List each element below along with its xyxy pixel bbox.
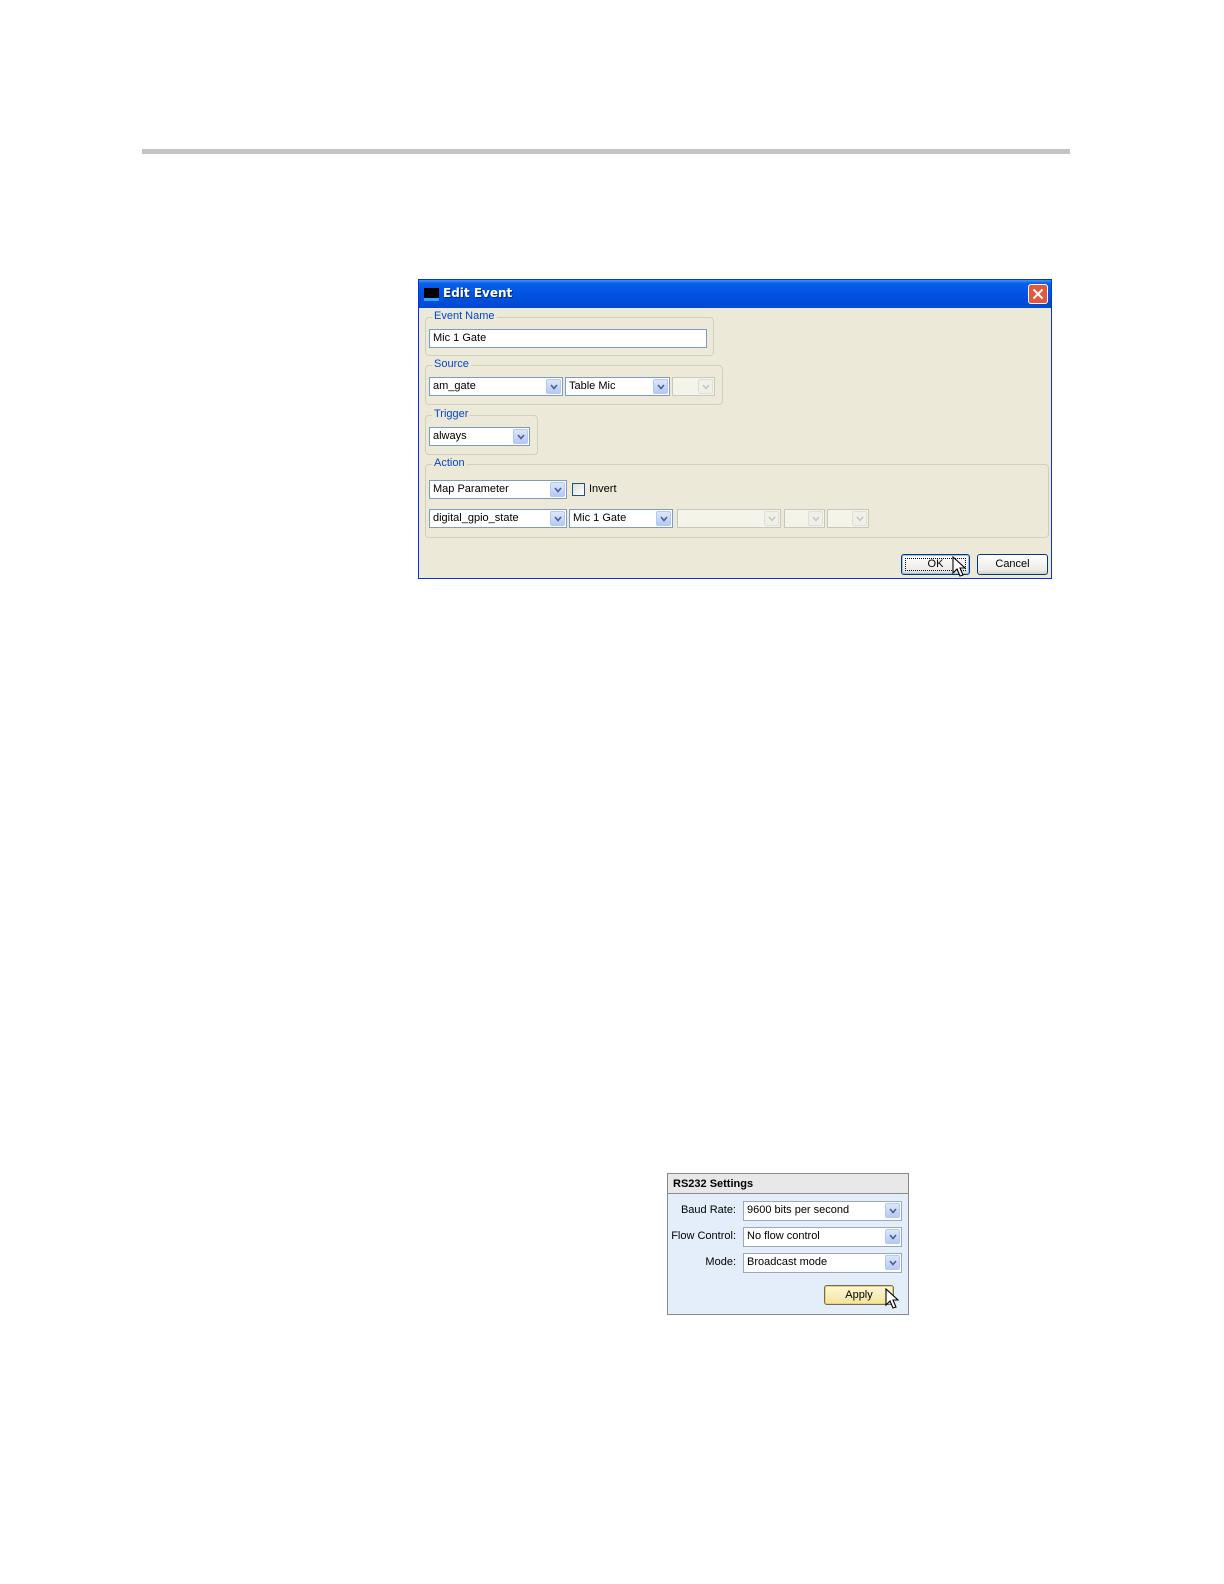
source-block-dropdown-button[interactable] xyxy=(546,379,561,394)
trigger-legend: Trigger xyxy=(432,408,471,420)
trigger-group: Trigger always xyxy=(425,408,538,455)
close-icon xyxy=(1032,288,1044,300)
trigger-value: always xyxy=(433,430,467,442)
chevron-down-icon xyxy=(657,384,665,390)
mouse-pointer-icon xyxy=(952,556,966,577)
close-button[interactable] xyxy=(1028,284,1048,304)
source-block-select[interactable]: am_gate xyxy=(429,377,563,396)
chevron-down-icon xyxy=(889,1234,897,1240)
action-type-select[interactable]: Map Parameter xyxy=(429,480,567,499)
cancel-button[interactable]: Cancel xyxy=(977,554,1048,575)
event-name-group: Event Name Mic 1 Gate xyxy=(425,310,714,356)
action-extra-dropdown-1 xyxy=(764,511,779,526)
action-extra-dropdown-3 xyxy=(852,511,867,526)
chevron-down-icon xyxy=(554,516,562,522)
flow-control-value: No flow control xyxy=(747,1230,820,1242)
mode-dropdown-button[interactable] xyxy=(885,1255,900,1270)
chevron-down-icon xyxy=(856,516,864,522)
rs232-panel-title: RS232 Settings xyxy=(668,1174,908,1194)
baud-rate-label: Baud Rate: xyxy=(680,1204,736,1216)
rs232-settings-panel: RS232 Settings Baud Rate: 9600 bits per … xyxy=(667,1173,909,1315)
action-type-dropdown-button[interactable] xyxy=(550,482,565,497)
action-target-value: Mic 1 Gate xyxy=(573,512,627,524)
source-channel-value: Table Mic xyxy=(569,380,616,392)
action-parameter-select[interactable]: digital_gpio_state xyxy=(429,509,567,528)
mode-value: Broadcast mode xyxy=(747,1256,828,1268)
chevron-down-icon xyxy=(550,384,558,390)
source-legend: Source xyxy=(432,358,471,370)
mode-select[interactable]: Broadcast mode xyxy=(743,1253,902,1273)
chevron-down-icon xyxy=(660,516,668,522)
mouse-pointer-icon xyxy=(885,1288,899,1309)
invert-label: Invert xyxy=(589,483,617,495)
chevron-down-icon xyxy=(812,516,820,522)
flow-control-label: Flow Control: xyxy=(671,1230,736,1242)
source-extra-dropdown-button xyxy=(698,379,713,394)
chevron-down-icon xyxy=(554,487,562,493)
action-parameter-dropdown-button[interactable] xyxy=(550,511,565,526)
ok-button-label: OK xyxy=(927,558,944,570)
action-target-select[interactable]: Mic 1 Gate xyxy=(569,509,673,528)
baud-rate-dropdown-button[interactable] xyxy=(885,1203,900,1218)
chevron-down-icon xyxy=(889,1208,897,1214)
chevron-down-icon xyxy=(889,1260,897,1266)
action-legend: Action xyxy=(432,457,467,469)
event-name-input[interactable]: Mic 1 Gate xyxy=(429,329,707,348)
source-channel-dropdown-button[interactable] xyxy=(653,379,668,394)
dialog-title: Edit Event xyxy=(443,286,513,300)
dialog-title-bar[interactable]: Edit Event xyxy=(419,280,1051,308)
mode-label: Mode: xyxy=(705,1256,736,1268)
trigger-dropdown-button[interactable] xyxy=(513,429,528,444)
dialog-body: Event Name Mic 1 Gate Source am_gate Tab… xyxy=(422,308,1049,577)
trigger-select[interactable]: always xyxy=(429,427,530,446)
flow-control-dropdown-button[interactable] xyxy=(885,1229,900,1244)
chevron-down-icon xyxy=(517,434,525,440)
event-name-legend: Event Name xyxy=(432,310,497,322)
action-extra-select-1 xyxy=(677,509,781,528)
source-block-value: am_gate xyxy=(433,380,476,392)
source-channel-select[interactable]: Table Mic xyxy=(565,377,670,396)
app-window-icon xyxy=(424,288,439,301)
action-type-value: Map Parameter xyxy=(433,483,509,495)
baud-rate-value: 9600 bits per second xyxy=(747,1204,850,1216)
cancel-button-label: Cancel xyxy=(995,558,1030,570)
action-extra-select-3 xyxy=(827,509,869,528)
edit-event-dialog: Edit Event Event Name Mic 1 Gate Source … xyxy=(418,279,1052,579)
action-extra-dropdown-2 xyxy=(808,511,823,526)
apply-button-label: Apply xyxy=(845,1289,873,1301)
apply-button[interactable]: Apply xyxy=(824,1285,894,1305)
invert-checkbox[interactable] xyxy=(572,483,585,496)
action-target-dropdown-button[interactable] xyxy=(656,511,671,526)
source-extra-select xyxy=(672,377,715,396)
chevron-down-icon xyxy=(702,384,710,390)
flow-control-select[interactable]: No flow control xyxy=(743,1227,902,1247)
action-extra-select-2 xyxy=(784,509,825,528)
action-group: Action Map Parameter Invert digital_gpio… xyxy=(425,457,1049,538)
page-header-rule xyxy=(142,149,1070,154)
chevron-down-icon xyxy=(768,516,776,522)
source-group: Source am_gate Table Mic xyxy=(425,358,723,405)
action-parameter-value: digital_gpio_state xyxy=(433,512,519,524)
baud-rate-select[interactable]: 9600 bits per second xyxy=(743,1201,902,1221)
